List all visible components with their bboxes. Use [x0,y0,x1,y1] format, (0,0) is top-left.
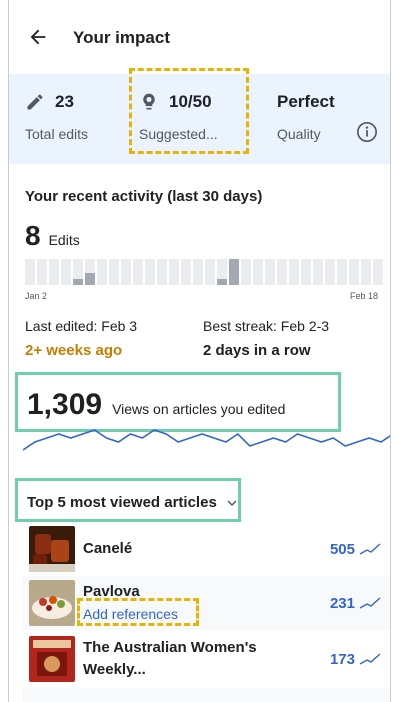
pavlova-thumbnail [29,580,75,626]
activity-start-date: Jan 2 [25,291,48,301]
activity-day-cell [97,259,107,285]
page-title: Your impact [73,28,170,47]
article-title-line1: The Australian Women's [83,639,257,656]
activity-day-cell [373,259,383,285]
activity-day-cell [265,259,275,285]
views-trend-line [23,429,390,451]
top-articles-dropdown[interactable]: Top 5 most viewed articles [27,494,237,511]
activity-day-cell [37,259,47,285]
recent-edits-unit: Edits [48,232,80,248]
article-views: 173 [329,651,355,668]
article-title-line2: Weekly... [83,661,146,678]
activity-day-cell [325,259,335,285]
info-icon[interactable] [356,121,378,143]
activity-day-cell [181,259,191,285]
recent-edits-count: 8 Edits [25,220,80,252]
article-row-partial [23,688,390,702]
views-sparkline [23,429,390,451]
quality-label: Quality [277,126,321,142]
activity-day-cell [85,259,95,285]
total-edits-label: Total edits [25,126,89,142]
activity-day-cell [277,259,287,285]
activity-day-cell [61,259,71,285]
top-articles-heading: Top 5 most viewed articles [27,494,217,511]
activity-day-cell [337,259,347,285]
activity-day-cell [301,259,311,285]
activity-day-cell [169,259,179,285]
activity-day-bar [217,278,227,285]
activity-day-cell [205,259,215,285]
article-row-womens-weekly[interactable]: The Australian Women's Weekly... 173 [23,632,390,686]
best-streak-label: Best streak: Feb 2-3 [203,318,330,334]
suggested-highlight [129,68,249,154]
womens-weekly-thumbnail [29,636,75,682]
last-edited-value: 2+ weeks ago [25,342,123,359]
chevron-down-icon [227,499,237,506]
activity-day-bar [73,278,83,285]
activity-day-cell [73,259,83,285]
app-header: Your impact [9,0,390,74]
article-title: Canelé [83,540,133,557]
activity-day-cell [241,259,251,285]
pencil-icon [27,94,43,110]
article-views: 505 [329,541,355,558]
activity-day-cell [25,259,35,285]
trend-icon [359,653,381,665]
recent-activity-title: Your recent activity (last 30 days) [25,188,263,205]
recent-edits-number: 8 [25,220,41,251]
activity-day-cell [133,259,143,285]
activity-day-cell [253,259,263,285]
trend-icon [359,597,381,609]
activity-day-cell [349,259,359,285]
activity-day-bar [85,273,95,285]
activity-day-cell [121,259,131,285]
activity-day-cell [49,259,59,285]
article-views: 231 [329,595,355,612]
total-edits-stat: 23 Total edits [25,92,88,142]
activity-day-bar [229,259,239,285]
activity-end-date: Feb 18 [349,291,378,301]
impact-screen: Your impact 23 Total edits 10/50 Suggest… [8,0,391,702]
views-label: Views on articles you edited [112,401,286,417]
activity-day-cell [361,259,371,285]
back-arrow-icon[interactable] [27,26,49,48]
activity-day-cell [289,259,299,285]
quality-stat: Perfect Quality [277,92,335,142]
activity-day-cell [193,259,203,285]
article-row-canele[interactable]: Canelé 505 [23,522,390,576]
activity-day-cell [313,259,323,285]
activity-day-cell [145,259,155,285]
activity-day-cell [229,259,239,285]
activity-day-cell [157,259,167,285]
total-edits-value: 23 [55,92,74,111]
activity-day-cell [109,259,119,285]
quality-value: Perfect [277,92,335,111]
activity-day-cell [217,259,227,285]
activity-chart [25,259,383,285]
views-total: 1,309 [27,388,103,421]
last-edited-label: Last edited: Feb 3 [25,318,138,334]
trend-icon [359,543,381,555]
canele-thumbnail [29,526,75,572]
add-references-highlight [77,598,199,626]
best-streak-value: 2 days in a row [203,342,311,359]
views-summary: 1,309 Views on articles you edited [27,388,285,422]
